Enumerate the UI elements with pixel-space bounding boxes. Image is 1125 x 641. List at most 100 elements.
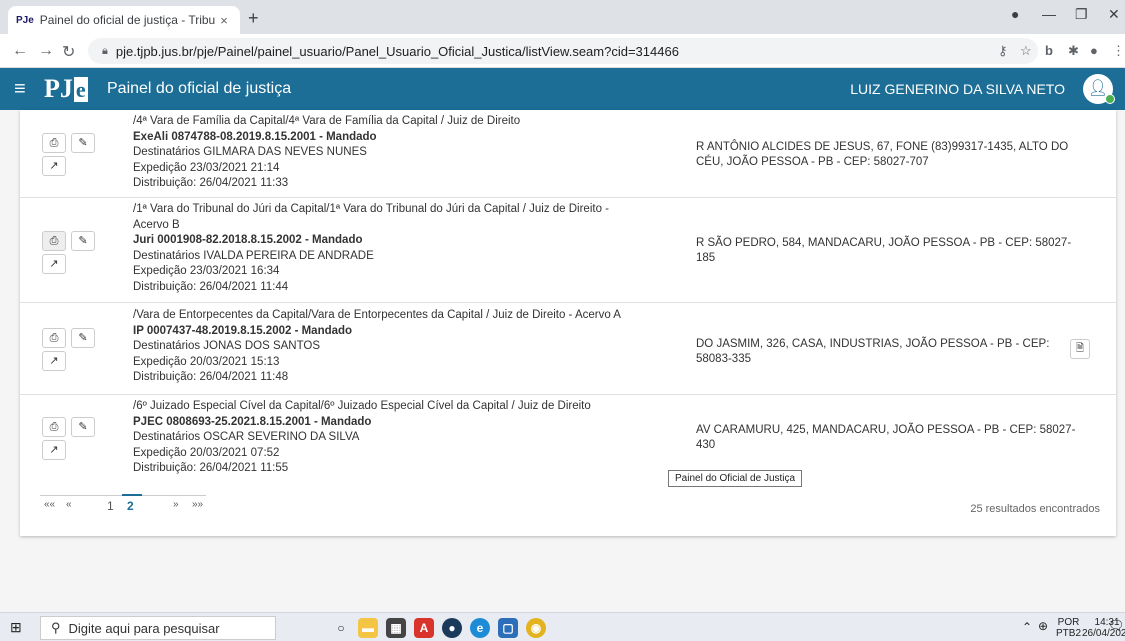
last-page-link[interactable]: »» bbox=[192, 499, 203, 510]
destinatarios: Destinatários JONAS DOS SANTOS bbox=[133, 340, 321, 352]
mandado-info: /Vara de Entorpecentes da Capital/Vara d… bbox=[133, 308, 621, 386]
results-count: 25 resultados encontrados bbox=[970, 503, 1100, 515]
logo-pj: PJ bbox=[44, 74, 73, 103]
profile-circle-icon[interactable]: ● bbox=[1011, 6, 1019, 22]
logo-e: e bbox=[73, 77, 88, 102]
avatar[interactable]: 👤︎ bbox=[1083, 74, 1115, 104]
external-link-icon[interactable]: ↗ bbox=[42, 440, 66, 460]
prev-page-link[interactable]: « bbox=[66, 499, 72, 510]
external-link-icon[interactable]: ↗ bbox=[42, 156, 66, 176]
ime-icon[interactable]: ⊕ bbox=[1038, 620, 1048, 632]
edit-icon[interactable]: ✎ bbox=[71, 417, 95, 437]
chrome-icon[interactable]: ◉ bbox=[526, 618, 546, 638]
cortana-icon[interactable]: ○ bbox=[331, 618, 351, 638]
processo-number[interactable]: IP 0007437-48.2019.8.15.2002 - Mandado bbox=[133, 324, 621, 340]
table-row[interactable]: ⎙ ✎ ↗ /6º Juizado Especial Cível da Capi… bbox=[20, 395, 1116, 487]
orgao-julgador: /4ª Vara de Família da Capital/4ª Vara d… bbox=[133, 115, 521, 127]
table-row[interactable]: ⎙ ✎ ↗ /1ª Vara do Tribunal do Júri da Ca… bbox=[20, 198, 1116, 303]
endereco: R SÃO PEDRO, 584, MANDACARU, JOÃO PESSOA… bbox=[696, 237, 1072, 264]
forward-icon[interactable]: → bbox=[38, 42, 54, 60]
mail-icon[interactable]: ▢ bbox=[498, 618, 518, 638]
maximize-icon[interactable]: ❐ bbox=[1075, 6, 1088, 23]
taskbar-search[interactable]: ⚲ Digite aqui para pesquisar bbox=[40, 616, 276, 640]
edit-icon[interactable]: ✎ bbox=[71, 133, 95, 153]
browser-tabstrip: PJe Painel do oficial de justiça - Tribu… bbox=[0, 0, 1125, 34]
page-2-link[interactable]: 2 bbox=[127, 499, 134, 513]
hamburger-menu-icon[interactable]: ≡ bbox=[14, 78, 26, 101]
url-text: pje.tjpb.jus.br/pje/Painel/painel_usuari… bbox=[115, 43, 679, 59]
online-status-dot bbox=[1105, 94, 1115, 104]
reload-icon[interactable]: ↻ bbox=[62, 42, 75, 62]
external-link-icon[interactable]: ↗ bbox=[42, 254, 66, 274]
account-icon[interactable]: ● bbox=[1090, 43, 1098, 58]
endereco: DO JASMIM, 326, CASA, INDUSTRIAS, JOÃO P… bbox=[696, 338, 1050, 365]
document-icon[interactable]: 🗎︎ bbox=[1070, 339, 1090, 359]
expedicao: Expedição 20/03/2021 07:52 bbox=[133, 446, 280, 459]
minimize-icon[interactable]: — bbox=[1042, 6, 1056, 22]
file-explorer-icon[interactable]: ▬ bbox=[358, 618, 378, 638]
processo-number[interactable]: PJEC 0808693-25.2021.8.15.2001 - Mandado bbox=[133, 415, 591, 431]
main-content: ⎙ ✎ ↗ /4ª Vara de Família da Capital/4ª … bbox=[0, 110, 1125, 612]
page-1-link[interactable]: 1 bbox=[107, 499, 114, 513]
edit-icon[interactable]: ✎ bbox=[71, 231, 95, 251]
table-row[interactable]: ⎙ ✎ ↗ /Vara de Entorpecentes da Capital/… bbox=[20, 303, 1116, 395]
print-icon[interactable]: ⎙ bbox=[42, 417, 66, 437]
orgao-julgador: /6º Juizado Especial Cível da Capital/6º… bbox=[133, 400, 591, 412]
user-icon: 👤︎ bbox=[1087, 80, 1109, 97]
key-icon[interactable]: ⚷ bbox=[998, 43, 1008, 59]
endereco: R ANTÔNIO ALCIDES DE JESUS, 67, FONE (83… bbox=[696, 141, 1069, 168]
destinatarios: Destinatários OSCAR SEVERINO DA SILVA bbox=[133, 431, 360, 443]
app-header: ≡ PJ e Painel do oficial de justiça LUIZ … bbox=[0, 68, 1125, 110]
endereco: AV CARAMURU, 425, MANDACARU, JOÃO PESSOA… bbox=[696, 424, 1076, 451]
orgao-julgador: /Vara de Entorpecentes da Capital/Vara d… bbox=[133, 309, 621, 321]
edit-icon[interactable]: ✎ bbox=[71, 328, 95, 348]
tab-close-icon[interactable]: × bbox=[216, 13, 232, 28]
print-icon[interactable]: ⎙ bbox=[42, 328, 66, 348]
pje-logo[interactable]: PJ e bbox=[44, 74, 88, 104]
page-title: Painel do oficial de justiça bbox=[107, 80, 292, 97]
mandado-info: /4ª Vara de Família da Capital/4ª Vara d… bbox=[133, 114, 520, 192]
tray-arrow-icon[interactable]: ⌃ bbox=[1022, 621, 1032, 633]
windows-icon[interactable]: ⊞ bbox=[10, 619, 22, 636]
back-icon[interactable]: ← bbox=[12, 42, 28, 60]
expedicao: Expedição 20/03/2021 15:13 bbox=[133, 355, 280, 368]
star-icon[interactable]: ☆ bbox=[1020, 43, 1032, 59]
expedicao: Expedição 23/03/2021 21:14 bbox=[133, 161, 280, 174]
expedicao: Expedição 23/03/2021 16:34 bbox=[133, 265, 280, 277]
store-icon[interactable]: ▦ bbox=[386, 618, 406, 638]
destinatarios: Destinatários GILMARA DAS NEVES NUNES bbox=[133, 146, 367, 158]
acrobat-icon[interactable]: A bbox=[414, 618, 434, 638]
address-bar[interactable]: 🔒︎ pje.tjpb.jus.br/pje/Painel/painel_usu… bbox=[88, 38, 1038, 64]
pager-active-indicator bbox=[122, 494, 142, 496]
mandado-info: /1ª Vara do Tribunal do Júri da Capital/… bbox=[133, 202, 609, 295]
puzzle-icon[interactable]: ✱ bbox=[1068, 43, 1079, 59]
notification-icon[interactable]: 🗨︎ bbox=[1108, 619, 1125, 632]
pje-favicon-icon: PJe bbox=[16, 14, 34, 26]
lang-text: POR bbox=[1057, 617, 1080, 628]
menu-dots-icon[interactable]: ⋮ bbox=[1112, 43, 1125, 59]
extension-b-icon[interactable]: b bbox=[1045, 43, 1053, 58]
destinatarios: Destinatários IVALDA PEREIRA DE ANDRADE bbox=[133, 249, 374, 262]
tab-title: Painel do oficial de justiça - Tribu bbox=[39, 13, 216, 27]
lock-icon[interactable]: 🔒︎ bbox=[102, 45, 108, 58]
first-page-link[interactable]: «« bbox=[44, 499, 55, 510]
table-row[interactable]: ⎙ ✎ ↗ /4ª Vara de Família da Capital/4ª … bbox=[20, 110, 1116, 198]
orgao-julgador: /1ª Vara do Tribunal do Júri da Capital/… bbox=[133, 203, 610, 215]
print-icon[interactable]: ⎙ bbox=[42, 133, 66, 153]
distribuicao: Distribuição: 26/04/2021 11:33 bbox=[133, 177, 289, 189]
edge-icon[interactable]: e bbox=[470, 618, 490, 638]
new-tab-button[interactable]: + bbox=[248, 8, 259, 29]
print-icon[interactable]: ⎙ bbox=[42, 231, 66, 251]
distribuicao: Distribuição: 26/04/2021 11:48 bbox=[133, 371, 289, 383]
processo-number[interactable]: ExeAli 0874788-08.2019.8.15.2001 - Manda… bbox=[133, 130, 520, 146]
processo-number[interactable]: Juri 0001908-82.2018.8.15.2002 - Mandado bbox=[133, 233, 609, 249]
language-indicator[interactable]: POR PTB2 bbox=[1056, 617, 1081, 639]
browser-app-icon[interactable]: ● bbox=[442, 618, 462, 638]
external-link-icon[interactable]: ↗ bbox=[42, 351, 66, 371]
browser-tab[interactable]: PJe Painel do oficial de justiça - Tribu… bbox=[8, 6, 240, 34]
mandados-panel: ⎙ ✎ ↗ /4ª Vara de Família da Capital/4ª … bbox=[20, 110, 1116, 536]
close-window-icon[interactable]: ✕ bbox=[1108, 6, 1120, 23]
user-name[interactable]: LUIZ GENERINO DA SILVA NETO bbox=[850, 81, 1065, 97]
next-page-link[interactable]: » bbox=[173, 499, 179, 510]
mandado-info: /6º Juizado Especial Cível da Capital/6º… bbox=[133, 399, 591, 477]
